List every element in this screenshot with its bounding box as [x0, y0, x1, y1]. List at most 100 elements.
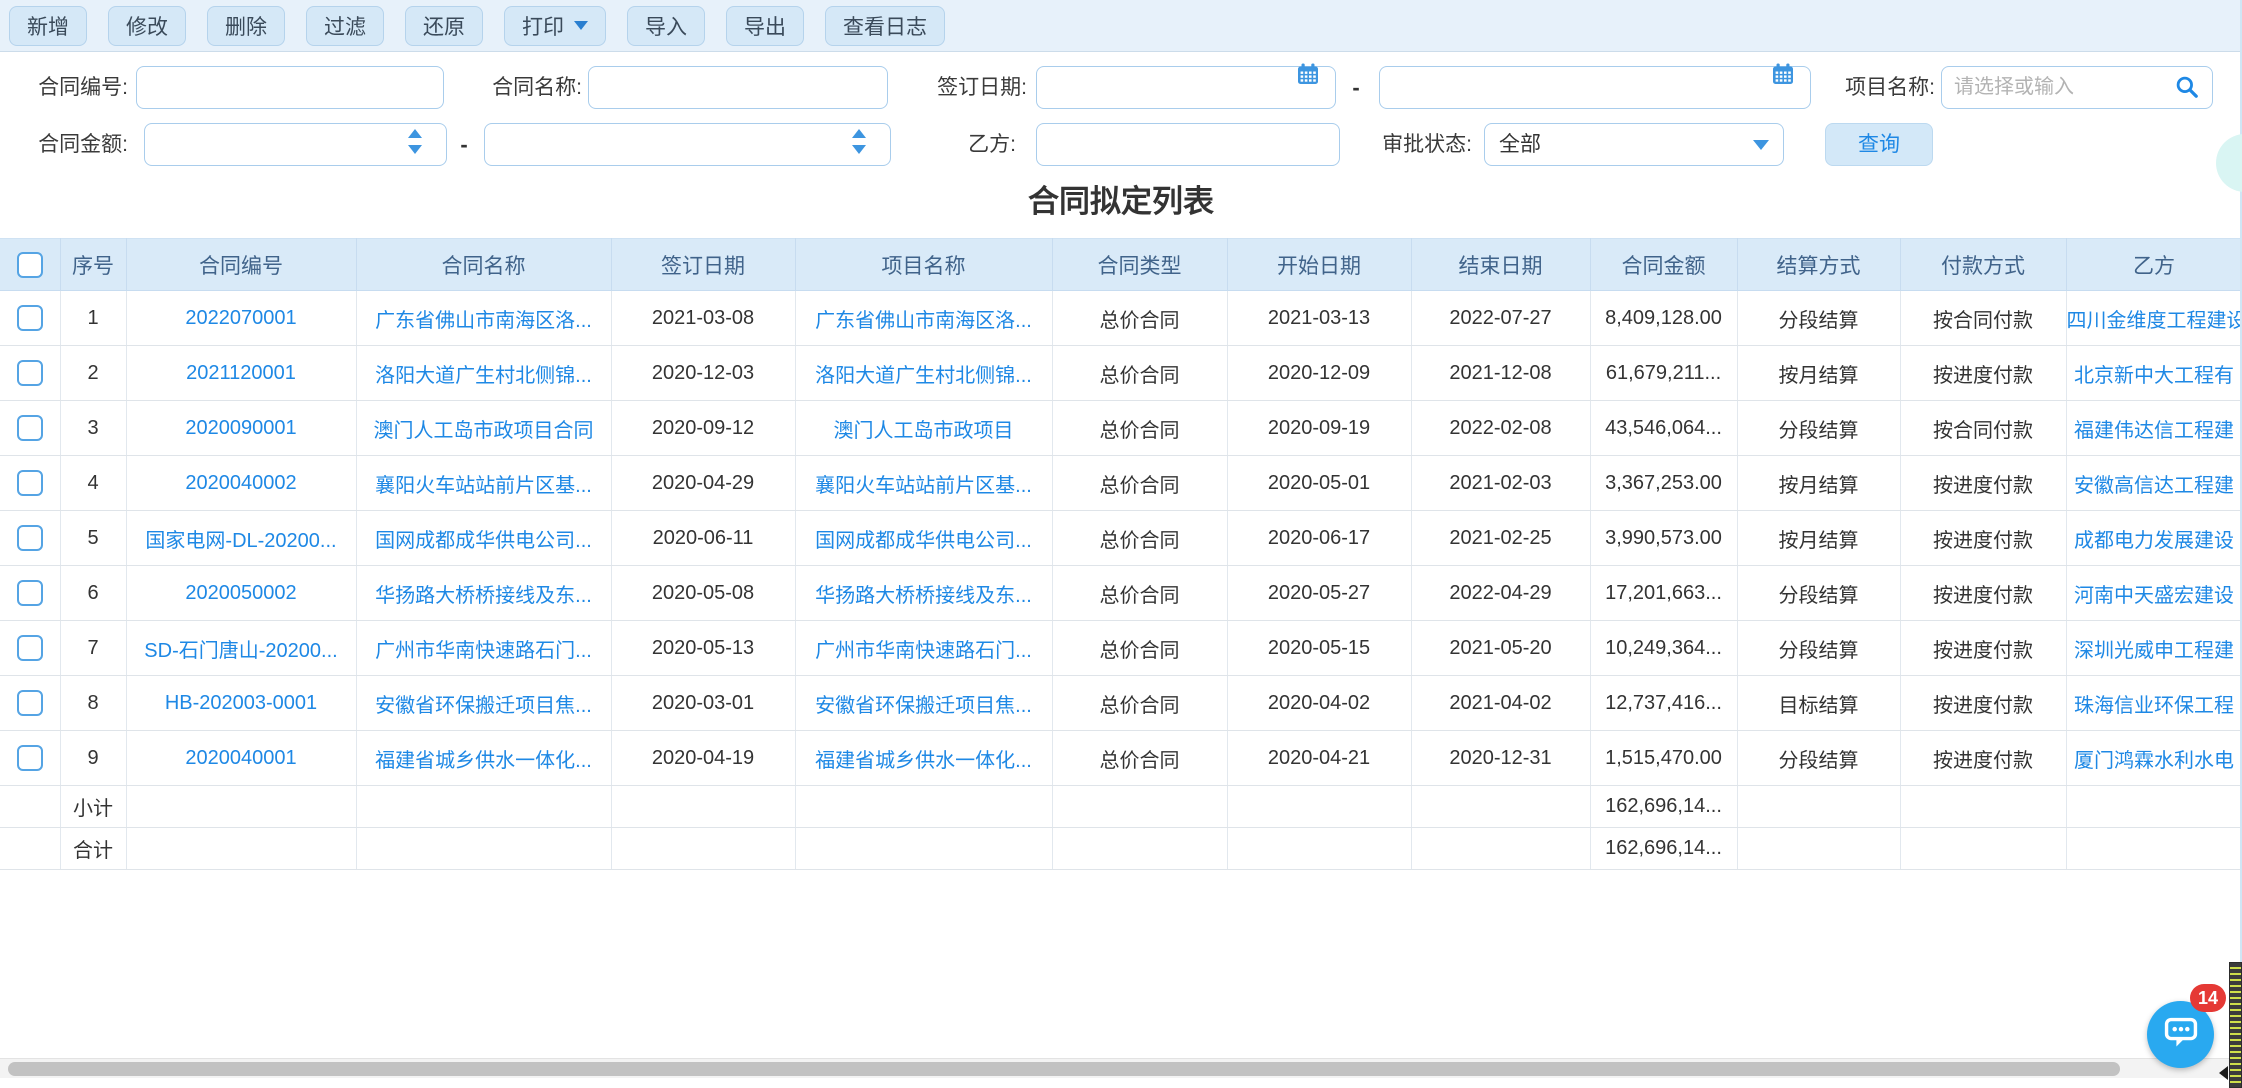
- cell-partyb-link[interactable]: 福建伟达信工程建: [2066, 401, 2242, 456]
- cell-project-link[interactable]: 华扬路大桥桥接线及东...: [795, 566, 1052, 621]
- amount-to-stepper[interactable]: [484, 123, 891, 166]
- cell-contract-type: 总价合同: [1052, 291, 1227, 346]
- chevron-down-icon: [1753, 140, 1769, 150]
- chat-unread-badge: 14: [2190, 984, 2226, 1012]
- cell-contract-name-link[interactable]: 澳门人工岛市政项目合同: [356, 401, 611, 456]
- magnifier-icon[interactable]: [2174, 74, 2200, 105]
- row-checkbox[interactable]: [17, 305, 43, 331]
- sign-date-to-input[interactable]: [1379, 66, 1811, 109]
- cell-partyb-link[interactable]: 厦门鸿霖水利水电: [2066, 731, 2242, 786]
- sign-date-label: 签订日期:: [929, 66, 1027, 109]
- cell-project-link[interactable]: 洛阳大道广生村北侧锦...: [795, 346, 1052, 401]
- table-row: 7 SD-石门唐山-20200... 广州市华南快速路石门... 2020-05…: [0, 621, 2242, 676]
- row-checkbox[interactable]: [17, 525, 43, 551]
- row-checkbox[interactable]: [17, 470, 43, 496]
- row-checkbox[interactable]: [17, 690, 43, 716]
- partyb-input[interactable]: [1036, 123, 1340, 166]
- cell-contract-name-link[interactable]: 福建省城乡供水一体化...: [356, 731, 611, 786]
- horizontal-scrollbar[interactable]: [0, 1058, 2242, 1078]
- project-name-input[interactable]: [1941, 66, 2213, 109]
- row-checkbox[interactable]: [17, 360, 43, 386]
- row-checkbox[interactable]: [17, 580, 43, 606]
- print-button[interactable]: 打印: [504, 6, 606, 46]
- calendar-icon[interactable]: [1771, 62, 1795, 91]
- amount-from-stepper[interactable]: [144, 123, 447, 166]
- cell-project-link[interactable]: 澳门人工岛市政项目: [795, 401, 1052, 456]
- cell-sign-date: 2020-12-03: [611, 346, 795, 401]
- total-amount: 162,696,14...: [1590, 828, 1737, 870]
- cell-contract-name-link[interactable]: 襄阳火车站站前片区基...: [356, 456, 611, 511]
- total-row: 合计 162,696,14...: [0, 828, 2242, 870]
- filter-button[interactable]: 过滤: [306, 6, 384, 46]
- cell-project-link[interactable]: 国网成都成华供电公司...: [795, 511, 1052, 566]
- export-button[interactable]: 导出: [726, 6, 804, 46]
- project-name-label: 项目名称:: [1837, 66, 1935, 109]
- cell-contract-type: 总价合同: [1052, 456, 1227, 511]
- cell-amount: 17,201,663...: [1590, 566, 1737, 621]
- sign-date-from-input[interactable]: [1036, 66, 1336, 109]
- contract-no-input[interactable]: [136, 66, 444, 109]
- cell-project-link[interactable]: 襄阳火车站站前片区基...: [795, 456, 1052, 511]
- cell-contract-name-link[interactable]: 广州市华南快速路石门...: [356, 621, 611, 676]
- cell-contract-type: 总价合同: [1052, 401, 1227, 456]
- cell-partyb-link[interactable]: 成都电力发展建设: [2066, 511, 2242, 566]
- cell-contract-code-link[interactable]: 2020050002: [126, 566, 356, 621]
- import-button[interactable]: 导入: [627, 6, 705, 46]
- edit-button[interactable]: 修改: [108, 6, 186, 46]
- cell-amount: 1,515,470.00: [1590, 731, 1737, 786]
- cell-contract-code-link[interactable]: 2020040001: [126, 731, 356, 786]
- cell-end-date: 2021-02-03: [1411, 456, 1590, 511]
- cell-contract-code-link[interactable]: 国家电网-DL-20200...: [126, 511, 356, 566]
- cell-start-date: 2020-06-17: [1227, 511, 1411, 566]
- cell-contract-code-link[interactable]: SD-石门唐山-20200...: [126, 621, 356, 676]
- cell-contract-name-link[interactable]: 洛阳大道广生村北侧锦...: [356, 346, 611, 401]
- cell-project-link[interactable]: 福建省城乡供水一体化...: [795, 731, 1052, 786]
- cell-partyb-link[interactable]: 安徽高信达工程建: [2066, 456, 2242, 511]
- cell-partyb-link[interactable]: 北京新中大工程有: [2066, 346, 2242, 401]
- cell-contract-code-link[interactable]: 2021120001: [126, 346, 356, 401]
- cell-settle-method: 分段结算: [1737, 291, 1900, 346]
- cell-end-date: 2020-12-31: [1411, 731, 1590, 786]
- cell-contract-code-link[interactable]: HB-202003-0001: [126, 676, 356, 731]
- stepper-arrows-icon[interactable]: [408, 129, 422, 154]
- calendar-icon[interactable]: [1296, 62, 1320, 91]
- cell-contract-name-link[interactable]: 国网成都成华供电公司...: [356, 511, 611, 566]
- select-all-checkbox[interactable]: [17, 252, 43, 278]
- cell-amount: 10,249,364...: [1590, 621, 1737, 676]
- cell-partyb-link[interactable]: 河南中天盛宏建设: [2066, 566, 2242, 621]
- cell-contract-code-link[interactable]: 2022070001: [126, 291, 356, 346]
- cell-contract-code-link[interactable]: 2020090001: [126, 401, 356, 456]
- table-row: 6 2020050002 华扬路大桥桥接线及东... 2020-05-08 华扬…: [0, 566, 2242, 621]
- contract-name-input[interactable]: [588, 66, 888, 109]
- table-row: 9 2020040001 福建省城乡供水一体化... 2020-04-19 福建…: [0, 731, 2242, 786]
- add-button[interactable]: 新增: [9, 6, 87, 46]
- cell-contract-code-link[interactable]: 2020040002: [126, 456, 356, 511]
- cell-partyb-link[interactable]: 珠海信业环保工程: [2066, 676, 2242, 731]
- row-checkbox[interactable]: [17, 745, 43, 771]
- subtotal-row: 小计 162,696,14...: [0, 786, 2242, 828]
- cell-sign-date: 2020-04-29: [611, 456, 795, 511]
- status-select[interactable]: 全部: [1484, 123, 1784, 166]
- row-checkbox[interactable]: [17, 415, 43, 441]
- cell-contract-name-link[interactable]: 华扬路大桥桥接线及东...: [356, 566, 611, 621]
- stepper-arrows-icon[interactable]: [852, 129, 866, 154]
- delete-button[interactable]: 删除: [207, 6, 285, 46]
- row-checkbox[interactable]: [17, 635, 43, 661]
- cell-contract-name-link[interactable]: 安徽省环保搬迁项目焦...: [356, 676, 611, 731]
- cell-project-link[interactable]: 广东省佛山市南海区洛...: [795, 291, 1052, 346]
- cell-contract-type: 总价合同: [1052, 346, 1227, 401]
- col-header-type: 合同类型: [1052, 239, 1227, 291]
- view-log-button[interactable]: 查看日志: [825, 6, 945, 46]
- cell-partyb-link[interactable]: 深圳光威申工程建: [2066, 621, 2242, 676]
- contract-name-label: 合同名称:: [478, 66, 582, 109]
- vertical-scrollbar-thumb[interactable]: [2229, 962, 2242, 1088]
- restore-button[interactable]: 还原: [405, 6, 483, 46]
- cell-project-link[interactable]: 安徽省环保搬迁项目焦...: [795, 676, 1052, 731]
- cell-project-link[interactable]: 广州市华南快速路石门...: [795, 621, 1052, 676]
- cell-partyb-link[interactable]: 四川金维度工程建设: [2066, 291, 2242, 346]
- cell-contract-name-link[interactable]: 广东省佛山市南海区洛...: [356, 291, 611, 346]
- table-header-row: 序号 合同编号 合同名称 签订日期 项目名称 合同类型 开始日期 结束日期 合同…: [0, 239, 2242, 291]
- query-button[interactable]: 查询: [1825, 123, 1933, 166]
- cell-no: 7: [60, 621, 126, 676]
- horizontal-scrollbar-thumb[interactable]: [8, 1062, 2120, 1076]
